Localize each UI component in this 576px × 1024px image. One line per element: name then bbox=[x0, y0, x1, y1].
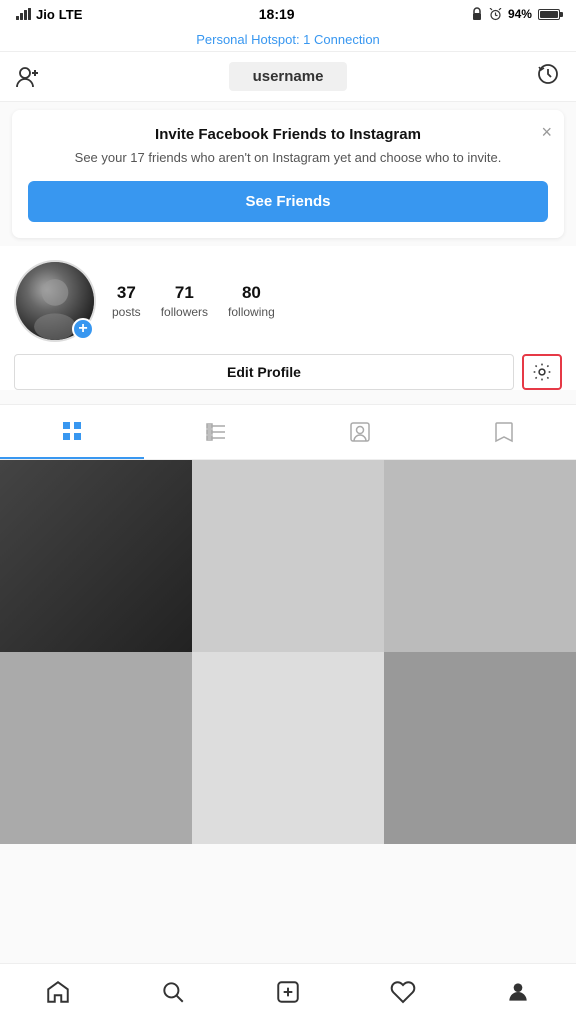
content-tab-bar bbox=[0, 405, 576, 460]
grid-icon bbox=[60, 419, 84, 443]
profile-stats: 37 posts 71 followers 80 following bbox=[112, 283, 562, 319]
network-type: LTE bbox=[59, 7, 83, 22]
grid-photo-3[interactable] bbox=[384, 460, 576, 652]
posts-label: posts bbox=[112, 305, 141, 319]
profile-top: + 37 posts 71 followers 80 following bbox=[14, 260, 562, 342]
status-right: 94% bbox=[471, 7, 560, 21]
add-icon bbox=[275, 979, 301, 1005]
followers-count: 71 bbox=[175, 283, 194, 303]
grid-photo-2[interactable] bbox=[192, 460, 384, 652]
top-nav: username bbox=[0, 52, 576, 102]
history-icon bbox=[536, 62, 560, 86]
tab-grid[interactable] bbox=[0, 405, 144, 459]
battery-percentage: 94% bbox=[508, 7, 532, 21]
heart-icon bbox=[390, 979, 416, 1005]
following-label: following bbox=[228, 305, 275, 319]
following-count: 80 bbox=[242, 283, 261, 303]
add-post-nav-button[interactable] bbox=[264, 974, 312, 1010]
tab-saved[interactable] bbox=[432, 405, 576, 459]
tab-list[interactable] bbox=[144, 405, 288, 459]
signal-icon bbox=[16, 8, 32, 20]
profile-nav-button[interactable] bbox=[494, 974, 542, 1010]
invite-banner-title: Invite Facebook Friends to Instagram bbox=[28, 126, 548, 143]
alarm-icon bbox=[489, 8, 502, 21]
followers-label: followers bbox=[161, 305, 208, 319]
home-icon bbox=[45, 979, 71, 1005]
gear-icon bbox=[532, 362, 552, 382]
photo-grid bbox=[0, 460, 576, 844]
settings-button[interactable] bbox=[522, 354, 562, 390]
followers-stat[interactable]: 71 followers bbox=[161, 283, 208, 319]
avatar-wrap: + bbox=[14, 260, 96, 342]
see-friends-button[interactable]: See Friends bbox=[28, 181, 548, 222]
hotspot-bar: Personal Hotspot: 1 Connection bbox=[0, 28, 576, 52]
tab-tagged[interactable] bbox=[288, 405, 432, 459]
profile-section: + 37 posts 71 followers 80 following Edi… bbox=[0, 246, 576, 390]
grid-photo-5[interactable] bbox=[192, 652, 384, 844]
posts-count: 37 bbox=[117, 283, 136, 303]
grid-photo-4[interactable] bbox=[0, 652, 192, 844]
battery-icon bbox=[538, 9, 560, 20]
status-time: 18:19 bbox=[259, 6, 295, 22]
grid-photo-6[interactable] bbox=[384, 652, 576, 844]
add-photo-button[interactable]: + bbox=[72, 318, 94, 340]
add-friend-icon bbox=[16, 66, 40, 88]
carrier-name: Jio bbox=[36, 7, 55, 22]
grid-photo-1[interactable] bbox=[0, 460, 192, 652]
add-friend-button[interactable] bbox=[16, 66, 40, 88]
hotspot-text: Personal Hotspot: 1 Connection bbox=[196, 32, 380, 47]
list-icon bbox=[204, 420, 228, 444]
bottom-nav bbox=[0, 963, 576, 1024]
invite-banner: × Invite Facebook Friends to Instagram S… bbox=[12, 110, 564, 238]
status-bar: Jio LTE 18:19 94% bbox=[0, 0, 576, 28]
history-button[interactable] bbox=[536, 62, 560, 91]
status-carrier: Jio LTE bbox=[16, 7, 82, 22]
bookmark-icon bbox=[492, 420, 516, 444]
profile-icon bbox=[505, 979, 531, 1005]
close-banner-button[interactable]: × bbox=[541, 122, 552, 143]
profile-actions: Edit Profile bbox=[14, 354, 562, 390]
home-nav-button[interactable] bbox=[34, 974, 82, 1010]
invite-banner-description: See your 17 friends who aren't on Instag… bbox=[28, 149, 548, 167]
search-nav-button[interactable] bbox=[149, 974, 197, 1010]
following-stat[interactable]: 80 following bbox=[228, 283, 275, 319]
posts-stat[interactable]: 37 posts bbox=[112, 283, 141, 319]
edit-profile-button[interactable]: Edit Profile bbox=[14, 354, 514, 390]
search-icon bbox=[160, 979, 186, 1005]
username-display: username bbox=[229, 62, 348, 91]
lock-icon bbox=[471, 7, 483, 21]
tagged-icon bbox=[348, 420, 372, 444]
activity-nav-button[interactable] bbox=[379, 974, 427, 1010]
